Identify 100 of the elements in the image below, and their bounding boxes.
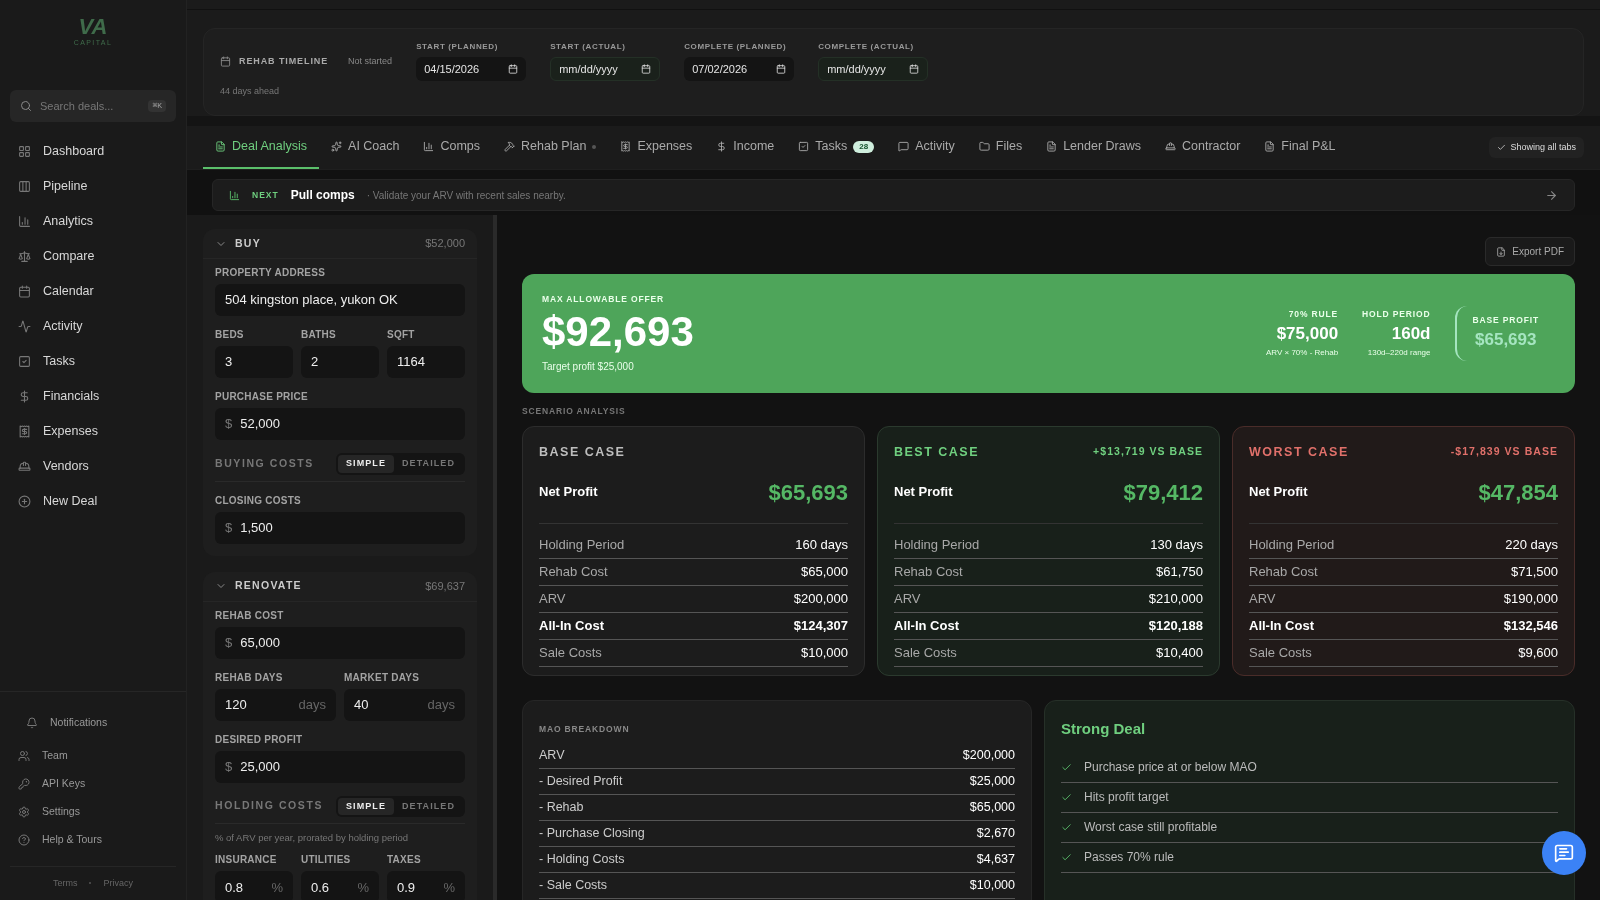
row-label: - Rehab [539, 798, 584, 816]
tab[interactable]: Final P&L [1252, 126, 1348, 169]
nav-item[interactable]: Expenses [10, 414, 176, 449]
input-field[interactable]: 0.6 % [301, 871, 379, 900]
input-field[interactable]: 3 [215, 346, 293, 378]
bar-chart-icon [423, 141, 435, 152]
tab[interactable]: Rehab Plan [492, 126, 609, 169]
nav-item[interactable]: Settings [10, 797, 176, 826]
input-field[interactable]: $ 25,000 [215, 750, 465, 783]
show-all-tabs-button[interactable]: Showing all tabs [1489, 136, 1584, 159]
mode-option[interactable]: DETAILED [394, 455, 463, 473]
search-field[interactable]: Search deals... ⌘K [10, 90, 176, 122]
input-field[interactable]: $ 52,000 [215, 408, 465, 440]
nav-item[interactable]: Help & Tours [10, 825, 176, 854]
field-label: BATHS [301, 328, 337, 342]
tab[interactable]: Activity [886, 126, 967, 169]
net-profit-value: $47,854 [1478, 478, 1558, 507]
nav-item[interactable]: Calendar [10, 274, 176, 309]
row-label: Sale Costs [539, 643, 602, 662]
field-value: 0.9 [397, 878, 416, 897]
calendar-icon [776, 64, 787, 74]
mode-option[interactable]: SIMPLE [338, 797, 394, 815]
field-label: REHAB DAYS [215, 670, 284, 685]
section-total: $69,637 [425, 578, 465, 594]
document-icon [1264, 141, 1276, 152]
nav-item[interactable]: Activity [10, 309, 176, 344]
field-label: INSURANCE [215, 853, 278, 868]
date-field[interactable]: mm/dd/yyyy [550, 57, 661, 81]
field-value: 0.8 [225, 878, 244, 897]
input-field[interactable]: 40 days [344, 688, 465, 721]
input-field[interactable]: 2 [301, 346, 379, 378]
row-value: $4,637 [976, 850, 1015, 868]
input-field[interactable]: 120 days [215, 688, 336, 721]
calendar-icon [220, 56, 231, 68]
tab[interactable]: Lender Draws [1034, 126, 1153, 169]
input-field[interactable]: 1164 [387, 346, 465, 378]
chat-icon [898, 141, 910, 152]
field-label: MARKET DAYS [344, 670, 421, 685]
row-value: $61,750 [1156, 562, 1203, 581]
count-badge: 28 [853, 140, 875, 153]
help-icon [18, 833, 30, 846]
scenario-heading: SCENARIO ANALYSIS [522, 405, 627, 418]
tab[interactable]: Comps [411, 126, 493, 169]
tab[interactable]: Expenses [608, 126, 705, 169]
field-label: PURCHASE PRICE [215, 390, 309, 404]
arrow-icon [1545, 188, 1558, 202]
chat-button[interactable] [1542, 830, 1586, 875]
tab[interactable]: Tasks 28 [786, 126, 887, 169]
bar-chart-icon [229, 189, 240, 201]
input-field[interactable]: 0.8 % [215, 871, 293, 900]
date-value: mm/dd/yyyy [559, 61, 618, 77]
section-label: HOLDING COSTS [215, 798, 323, 814]
nav-item[interactable]: Team [10, 741, 176, 770]
checkbox-icon [18, 355, 31, 368]
input-field[interactable]: 0.9 % [387, 871, 465, 900]
scenario-title: BEST CASE [894, 443, 980, 461]
mode-option[interactable]: DETAILED [394, 797, 463, 815]
nav-item[interactable]: API Keys [10, 769, 176, 798]
unit-suffix: days [298, 695, 326, 714]
unit-suffix: days [427, 695, 455, 714]
nav-item[interactable]: Pipeline [10, 169, 176, 204]
date-label: START (ACTUAL) [550, 41, 627, 53]
row-value: $200,000 [962, 746, 1015, 764]
nav-item[interactable]: Dashboard [10, 134, 176, 169]
date-field[interactable]: mm/dd/yyyy [818, 57, 929, 81]
row-label: Holding Period [539, 535, 625, 554]
tab[interactable]: Income [704, 126, 787, 169]
row-value: $210,000 [1148, 589, 1203, 608]
row-value: $2,670 [976, 824, 1015, 842]
nav-item[interactable]: Analytics [10, 204, 176, 239]
nav-item[interactable]: Vendors [10, 449, 176, 484]
section-header[interactable]: BUY $52,000 [203, 229, 477, 259]
field-value: 25,000 [240, 757, 280, 776]
export-pdf-button[interactable]: Export PDF [1485, 237, 1575, 266]
scenario-title: BASE CASE [539, 443, 626, 461]
tab[interactable]: Contractor [1153, 126, 1253, 169]
row-value: 160 days [795, 535, 848, 554]
section-header[interactable]: RENOVATE $69,637 [203, 571, 477, 602]
date-field[interactable]: 04/15/2026 [416, 57, 527, 81]
input-field[interactable]: $ 65,000 [215, 626, 465, 659]
nav-item[interactable]: Financials [10, 379, 176, 414]
date-field[interactable]: 07/02/2026 [684, 57, 795, 81]
row-label: All-In Cost [894, 616, 959, 635]
row-label: - Sale Costs [539, 876, 608, 894]
tab[interactable]: AI Coach [319, 126, 412, 169]
next-step-bar[interactable]: NEXT Pull comps · Validate your ARV with recent sales nearby. [212, 179, 1575, 211]
input-field[interactable]: 504 kingston place, yukon OK [215, 284, 465, 316]
input-field[interactable]: $ 1,500 [215, 511, 465, 544]
row-value: $71,500 [1511, 562, 1558, 581]
breakdown-title: MAO BREAKDOWN [539, 723, 630, 734]
nav-item[interactable]: Compare [10, 239, 176, 274]
mode-option[interactable]: SIMPLE [338, 455, 394, 473]
scale-icon [18, 250, 31, 263]
nav-item[interactable]: Tasks [10, 344, 176, 379]
next-hint: · Validate your ARV with recent sales nearby. [366, 188, 566, 203]
tab[interactable]: Files [966, 126, 1035, 169]
nav-item[interactable]: Notifications [10, 703, 176, 742]
nav-item[interactable]: New Deal [10, 484, 176, 519]
net-profit-value: $65,693 [768, 478, 848, 507]
plus-circle-icon [18, 495, 31, 508]
